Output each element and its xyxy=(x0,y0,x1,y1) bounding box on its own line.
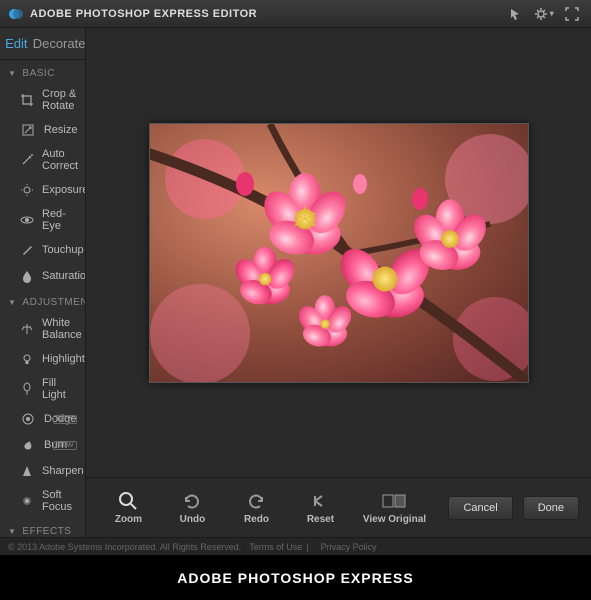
main-area: Edit Decorate ▼ BASIC Crop & Rotate Resi… xyxy=(0,28,591,537)
toolbar-label: Reset xyxy=(307,514,334,525)
brush-icon xyxy=(20,242,34,258)
image-caption: ADOBE PHOTOSHOP EXPRESS xyxy=(0,555,591,600)
tool-saturation[interactable]: Saturation xyxy=(0,263,85,289)
zoom-icon xyxy=(118,490,138,512)
tool-auto-correct[interactable]: Auto Correct xyxy=(0,143,85,177)
fullscreen-icon[interactable] xyxy=(561,5,583,23)
canvas-area: Zoom Undo Redo Reset View Original xyxy=(86,28,591,537)
tool-label: Touchup xyxy=(42,244,84,256)
new-badge: NEW xyxy=(53,415,77,424)
chevron-down-icon: ▼ xyxy=(8,527,16,536)
zoom-button[interactable]: Zoom xyxy=(98,490,158,525)
tool-resize[interactable]: Resize xyxy=(0,117,85,143)
tool-label: Resize xyxy=(44,124,78,136)
eye-icon xyxy=(20,212,34,228)
lamp-icon xyxy=(20,381,34,397)
tool-label: Red-Eye xyxy=(42,208,77,232)
tool-label: Soft Focus xyxy=(42,489,77,513)
tool-label: Exposure xyxy=(42,184,85,196)
tool-label: Highlight xyxy=(42,353,85,365)
redo-icon xyxy=(246,490,266,512)
done-button[interactable]: Done xyxy=(523,496,579,520)
tool-crop-rotate[interactable]: Crop & Rotate xyxy=(0,83,85,117)
tool-dodge[interactable]: DodgeNEW xyxy=(0,406,85,432)
chevron-down-icon: ▼ xyxy=(8,298,16,307)
section-basic-label: BASIC xyxy=(22,68,55,79)
softfocus-icon xyxy=(20,493,34,509)
tool-label: Sharpen xyxy=(42,465,84,477)
resize-icon xyxy=(20,122,36,138)
toolbar-label: Zoom xyxy=(115,514,142,525)
new-badge: NEW xyxy=(53,441,77,450)
tools-panel[interactable]: ▼ BASIC Crop & Rotate Resize Auto Correc… xyxy=(0,60,85,537)
section-effects[interactable]: ▼ EFFECTS xyxy=(0,518,85,537)
compare-icon xyxy=(382,490,406,512)
pointer-icon[interactable] xyxy=(505,5,527,23)
wand-icon xyxy=(20,152,34,168)
crop-icon xyxy=(20,92,34,108)
sun-icon xyxy=(20,182,34,198)
copyright-text: © 2013 Adobe Systems Incorporated. All R… xyxy=(8,542,241,552)
toolbar-label: View Original xyxy=(363,514,426,525)
chevron-down-icon: ▼ xyxy=(8,69,16,78)
titlebar: ADOBE PHOTOSHOP EXPRESS EDITOR ▾ xyxy=(0,0,591,28)
reset-icon xyxy=(310,490,330,512)
canvas-viewport[interactable] xyxy=(86,28,591,477)
tool-sharpen[interactable]: Sharpen xyxy=(0,458,85,484)
burn-icon xyxy=(20,437,36,453)
tool-exposure[interactable]: Exposure xyxy=(0,177,85,203)
tool-fill-light[interactable]: Fill Light xyxy=(0,372,85,406)
section-adjustments-label: ADJUSTMENTS xyxy=(22,297,85,308)
gear-icon[interactable]: ▾ xyxy=(533,5,555,23)
reset-button[interactable]: Reset xyxy=(290,490,350,525)
droplet-icon xyxy=(20,268,34,284)
section-effects-label: EFFECTS xyxy=(22,526,71,537)
tool-highlight[interactable]: Highlight xyxy=(0,346,85,372)
tool-white-balance[interactable]: White Balance xyxy=(0,312,85,346)
tool-label: White Balance xyxy=(42,317,82,341)
bulb-icon xyxy=(20,351,34,367)
redo-button[interactable]: Redo xyxy=(226,490,286,525)
tab-decorate[interactable]: Decorate xyxy=(33,28,86,59)
tool-label: Saturation xyxy=(42,270,85,282)
tool-burn[interactable]: BurnNEW xyxy=(0,432,85,458)
cancel-button[interactable]: Cancel xyxy=(448,496,512,520)
sidebar-tabs: Edit Decorate xyxy=(0,28,85,60)
tool-soft-focus[interactable]: Soft Focus xyxy=(0,484,85,518)
dodge-icon xyxy=(20,411,36,427)
section-adjustments[interactable]: ▼ ADJUSTMENTS xyxy=(0,289,85,312)
app-logo-icon xyxy=(8,6,24,22)
tool-red-eye[interactable]: Red-Eye xyxy=(0,203,85,237)
terms-link[interactable]: Terms of Use xyxy=(249,542,302,552)
section-basic[interactable]: ▼ BASIC xyxy=(0,60,85,83)
privacy-link[interactable]: Privacy Policy xyxy=(321,542,377,552)
tool-label: Crop & Rotate xyxy=(42,88,77,112)
undo-button[interactable]: Undo xyxy=(162,490,222,525)
balance-icon xyxy=(20,321,34,337)
toolbar-label: Redo xyxy=(244,514,269,525)
undo-icon xyxy=(182,490,202,512)
app-window: ADOBE PHOTOSHOP EXPRESS EDITOR ▾ Edit De… xyxy=(0,0,591,555)
sidebar: Edit Decorate ▼ BASIC Crop & Rotate Resi… xyxy=(0,28,86,537)
tool-touchup[interactable]: Touchup xyxy=(0,237,85,263)
footer: © 2013 Adobe Systems Incorporated. All R… xyxy=(0,537,591,555)
app-title: ADOBE PHOTOSHOP EXPRESS EDITOR xyxy=(30,8,257,20)
view-original-button[interactable]: View Original xyxy=(354,490,434,525)
photo-canvas[interactable] xyxy=(149,123,529,383)
tab-edit[interactable]: Edit xyxy=(0,28,33,59)
bottom-toolbar: Zoom Undo Redo Reset View Original xyxy=(86,477,591,537)
tool-label: Fill Light xyxy=(42,377,77,401)
toolbar-label: Undo xyxy=(180,514,206,525)
tool-label: Auto Correct xyxy=(42,148,78,172)
sharpen-icon xyxy=(20,463,34,479)
